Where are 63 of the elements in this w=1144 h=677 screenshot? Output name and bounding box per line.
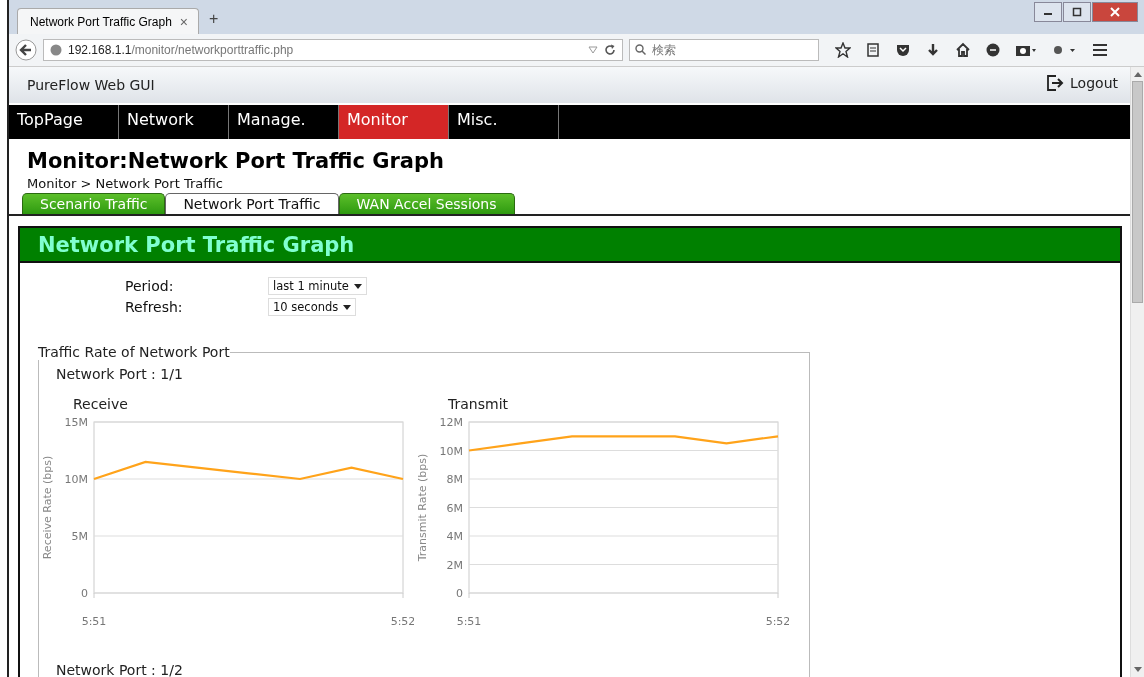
y-tick-label: 12M: [439, 416, 463, 429]
menu-item[interactable]: Misc.: [449, 105, 559, 139]
page-title: Monitor:Network Port Traffic Graph: [27, 149, 445, 173]
y-tick-label: 6M: [446, 501, 463, 515]
y-tick-label: 5M: [71, 530, 88, 543]
logout-link[interactable]: Logout: [1046, 74, 1118, 92]
home-icon[interactable]: [955, 42, 971, 58]
group-legend: Traffic Rate of Network Port: [38, 344, 230, 360]
x-tick-label: 5:51: [456, 615, 482, 628]
reload-icon[interactable]: [604, 44, 616, 56]
maximize-icon: [1072, 7, 1082, 17]
new-tab-button[interactable]: +: [209, 10, 219, 28]
maximize-button[interactable]: [1063, 2, 1091, 22]
chart-title: Transmit: [448, 396, 508, 412]
y-tick-label: 10M: [64, 473, 88, 486]
menu-item[interactable]: TopPage: [9, 105, 119, 139]
breadcrumb: Monitor > Network Port Traffic: [27, 176, 224, 191]
shield-icon[interactable]: [895, 42, 911, 58]
x-tick-label: 5:52: [765, 615, 789, 628]
minimize-button[interactable]: [1034, 2, 1062, 22]
tab-close-button[interactable]: ×: [179, 13, 188, 30]
address-bar[interactable]: 192.168.1.1/monitor/networkporttraffic.php: [43, 39, 623, 61]
star-icon[interactable]: [835, 42, 851, 58]
app-title: PureFlow Web GUI: [27, 77, 155, 93]
setting-label: Refresh:: [125, 299, 184, 315]
search-icon: [635, 44, 646, 55]
scroll-up-arrow-icon[interactable]: [1133, 71, 1142, 77]
dropdown[interactable]: 10 seconds: [268, 298, 357, 316]
port-label: Network Port : 1/2: [56, 662, 184, 677]
caret-icon: [353, 283, 362, 289]
menu-icon[interactable]: [1091, 42, 1109, 58]
url-text: 192.168.1.1/monitor/networkporttraffic.php: [68, 43, 295, 57]
dropdown[interactable]: last 1 minute: [268, 277, 367, 295]
y-tick-label: 10M: [439, 444, 463, 458]
y-tick-label: 0: [456, 587, 463, 600]
caret-icon: [343, 304, 352, 310]
download-icon[interactable]: [925, 42, 941, 58]
scroll-down-arrow-icon[interactable]: [1133, 667, 1142, 673]
browser-tab-title: Network Port Traffic Graph: [30, 14, 172, 29]
close-icon: [1110, 7, 1120, 17]
port-label: Network Port : 1/1: [56, 366, 184, 382]
y-tick-label: 15M: [64, 416, 88, 429]
tab[interactable]: Network Port Traffic: [165, 193, 339, 214]
menu-item[interactable]: Monitor: [339, 105, 449, 139]
x-tick-label: 5:51: [81, 615, 107, 628]
scrollbar-thumb[interactable]: [1132, 81, 1143, 303]
search-field[interactable]: 検索: [629, 39, 819, 61]
setting-label: Period:: [125, 278, 175, 294]
scrollbar[interactable]: [1130, 67, 1144, 677]
y-tick-label: 8M: [446, 473, 463, 486]
logout-icon: [1046, 74, 1065, 92]
y-axis-label: Transmit Rate (bps): [416, 453, 429, 562]
browser-tab[interactable]: Network Port Traffic Graph ×: [17, 8, 199, 34]
x-tick-label: 5:52: [390, 615, 414, 628]
list-icon[interactable]: [865, 42, 881, 58]
y-tick-label: 4M: [446, 530, 463, 543]
menu-item[interactable]: Network: [119, 105, 229, 139]
y-tick-label: 2M: [446, 558, 463, 572]
chart-title: Receive: [73, 396, 128, 412]
y-axis-label: Receive Rate (bps): [41, 455, 54, 560]
panel-title: Network Port Traffic Graph: [38, 232, 355, 257]
y-tick-label: 0: [81, 587, 88, 600]
close-button[interactable]: [1092, 2, 1138, 22]
